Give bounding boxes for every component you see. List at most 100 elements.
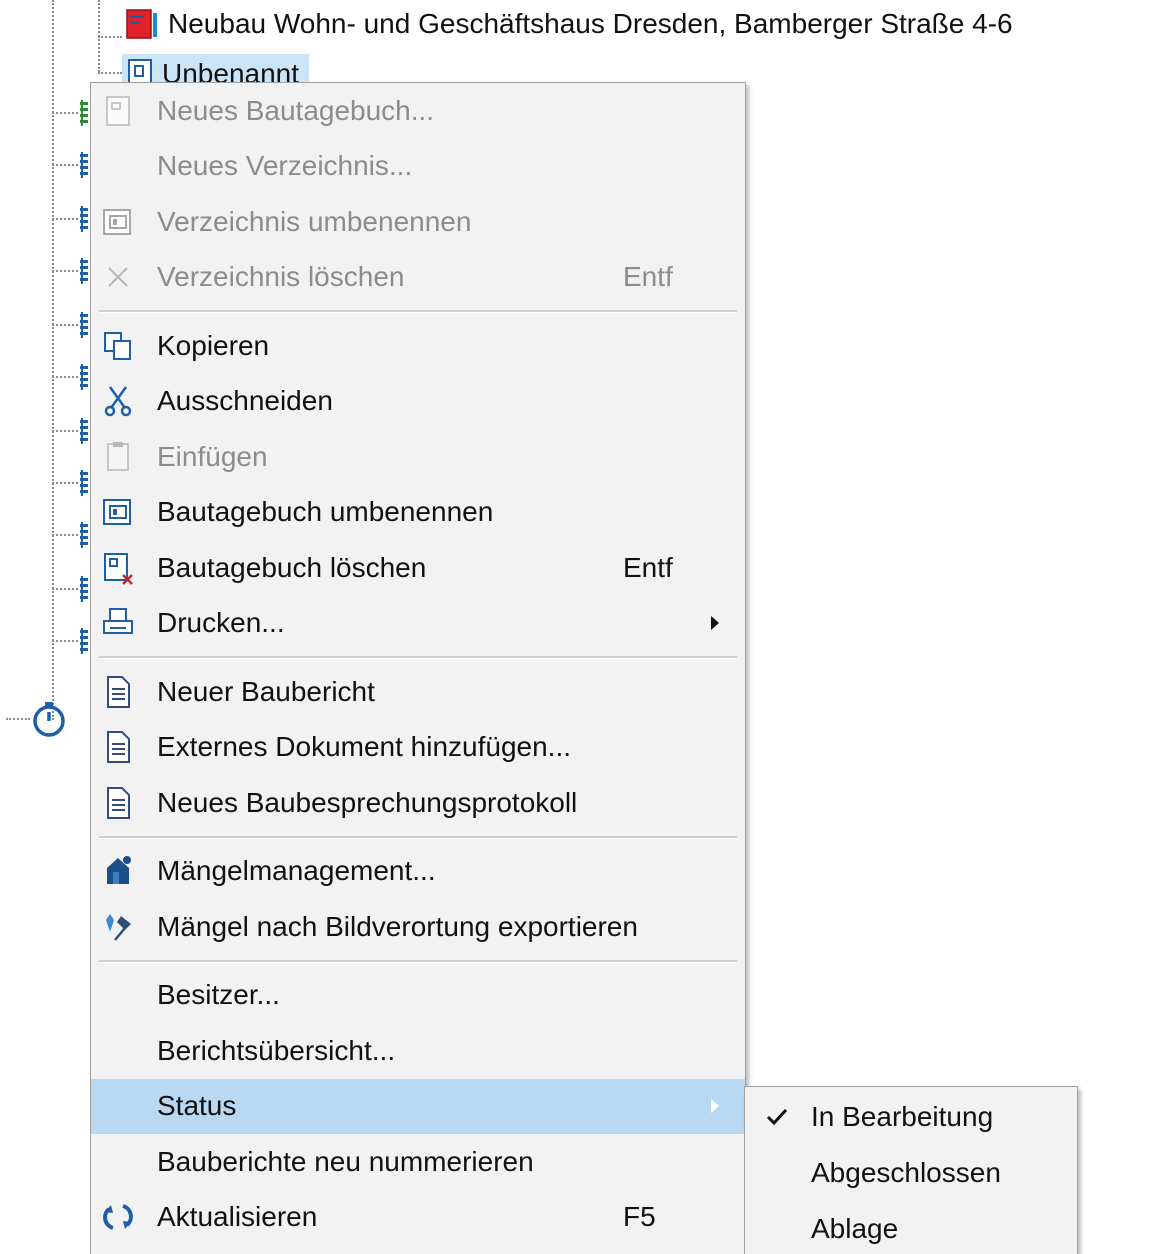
menu-item-drucken[interactable]: Drucken...: [91, 596, 745, 652]
document-icon: [101, 730, 135, 764]
menu-item-label: Neues Bautagebuch...: [157, 94, 435, 126]
diary-spine-icon[interactable]: [78, 522, 90, 548]
menu-item-neuer-baubericht[interactable]: Neuer Baubericht: [91, 664, 745, 720]
menu-item-label: Externes Dokument hinzufügen...: [157, 731, 572, 763]
project-diary-icon: [126, 9, 157, 39]
diary-spine-icon[interactable]: [78, 628, 90, 654]
context-menu: Neues Bautagebuch... Neues Verzeichnis...…: [90, 82, 746, 1254]
diary-spine-icon[interactable]: [78, 152, 90, 178]
diary-spine-icon[interactable]: [78, 470, 90, 496]
paste-icon: [101, 440, 135, 474]
menu-item-besitzer[interactable]: Besitzer...: [91, 968, 745, 1024]
delete-diary-icon: [101, 551, 135, 585]
menu-item-berichtsuebersicht[interactable]: Berichtsübersicht...: [91, 1023, 745, 1079]
menu-item-bauberichte-neu-nummerieren[interactable]: Bauberichte neu nummerieren: [91, 1134, 745, 1190]
status-option-abgeschlossen[interactable]: Abgeschlossen: [745, 1145, 1077, 1201]
submenu-arrow-icon: [711, 1099, 719, 1114]
green-diary-icon[interactable]: [78, 100, 90, 126]
context-menu-items: Neues Bautagebuch... Neues Verzeichnis...…: [91, 83, 745, 1245]
menu-separator: [91, 651, 745, 664]
menu-item-label: Neuer Baubericht: [157, 675, 375, 707]
rename-folder-icon: [101, 205, 135, 239]
pin-export-icon: [101, 910, 135, 944]
rename-diary-icon: [101, 495, 135, 529]
new-diary-icon: [101, 94, 135, 128]
menu-separator: [91, 831, 745, 844]
tree-connector: [52, 534, 78, 536]
tree-connector: [52, 164, 78, 166]
menu-item-verzeichnis-umbenennen[interactable]: Verzeichnis umbenennen: [91, 194, 745, 250]
menu-item-neues-bautagebuch[interactable]: Neues Bautagebuch...: [91, 83, 745, 139]
menu-item-bautagebuch-umbenennen[interactable]: Bautagebuch umbenennen: [91, 485, 745, 541]
stopwatch-icon[interactable]: [30, 700, 68, 738]
diary-spine-icon[interactable]: [78, 206, 90, 232]
menu-item-maengelmanagement[interactable]: Mängelmanagement...: [91, 844, 745, 900]
status-option-in-bearbeitung[interactable]: In Bearbeitung: [745, 1089, 1077, 1145]
menu-item-label: Verzeichnis löschen: [157, 261, 405, 293]
menu-item-shortcut: F5: [623, 1201, 656, 1233]
defect-management-icon: [101, 854, 135, 888]
tree-connector: [52, 588, 78, 590]
menu-item-label: Einfügen: [157, 440, 268, 472]
menu-item-ausschneiden[interactable]: Ausschneiden: [91, 374, 745, 430]
menu-item-maengel-nach-bildverortung-exportieren[interactable]: Mängel nach Bildverortung exportieren: [91, 899, 745, 955]
menu-item-label: Bautagebuch löschen: [157, 551, 427, 583]
menu-item-label: Neues Baubesprechungsprotokoll: [157, 786, 578, 818]
status-option-label: In Bearbeitung: [811, 1101, 994, 1132]
menu-item-verzeichnis-loeschen[interactable]: Verzeichnis löschen Entf: [91, 250, 745, 306]
status-submenu: In Bearbeitung Abgeschlossen Ablage: [744, 1086, 1078, 1254]
status-option-ablage[interactable]: Ablage: [745, 1201, 1077, 1254]
tree-connector: [98, 36, 122, 38]
menu-item-einfuegen[interactable]: Einfügen: [91, 429, 745, 485]
status-option-label: Ablage: [811, 1213, 899, 1244]
menu-item-status[interactable]: Status: [91, 1078, 745, 1134]
tree-connector: [52, 218, 78, 220]
menu-item-kopieren[interactable]: Kopieren: [91, 318, 745, 374]
menu-item-label: Verzeichnis umbenennen: [157, 205, 472, 237]
document-icon: [101, 675, 135, 709]
menu-item-label: Bauberichte neu nummerieren: [157, 1145, 534, 1177]
menu-item-shortcut: Entf: [623, 551, 673, 583]
checkmark-icon: [766, 1108, 788, 1126]
tree-connector: [52, 376, 78, 378]
menu-item-neues-baubesprechungsprotokoll[interactable]: Neues Baubesprechungsprotokoll: [91, 775, 745, 831]
menu-item-label: Mängel nach Bildverortung exportieren: [157, 910, 638, 942]
diary-spine-icon[interactable]: [78, 258, 90, 284]
status-option-label: Abgeschlossen: [811, 1157, 1001, 1188]
screen: Neubau Wohn- und Geschäftshaus Dresden, …: [0, 0, 1150, 1254]
diary-spine-icon[interactable]: [78, 312, 90, 338]
tree-connector: [52, 482, 78, 484]
refresh-icon: [101, 1200, 135, 1234]
menu-item-label: Ausschneiden: [157, 385, 333, 417]
submenu-arrow-icon: [711, 616, 719, 631]
tree-connector: [52, 324, 78, 326]
menu-item-shortcut: Entf: [623, 261, 673, 293]
menu-item-externes-dokument-hinzufuegen[interactable]: Externes Dokument hinzufügen...: [91, 720, 745, 776]
scissors-icon: [101, 384, 135, 418]
tree-connector: [98, 72, 122, 74]
tree-connector: [52, 112, 78, 114]
tree-connector: [52, 270, 78, 272]
menu-item-bautagebuch-loeschen[interactable]: Bautagebuch löschen Entf: [91, 540, 745, 596]
menu-item-label: Aktualisieren: [157, 1201, 318, 1233]
menu-item-label: Mängelmanagement...: [157, 855, 436, 887]
copy-icon: [101, 329, 135, 363]
menu-item-label: Bautagebuch umbenennen: [157, 496, 494, 528]
diary-spine-icon[interactable]: [78, 576, 90, 602]
menu-item-aktualisieren[interactable]: Aktualisieren F5: [91, 1190, 745, 1246]
menu-item-label: Drucken...: [157, 607, 285, 639]
menu-separator: [91, 305, 745, 318]
delete-x-icon: [101, 260, 135, 294]
diary-spine-icon[interactable]: [78, 418, 90, 444]
diary-spine-icon[interactable]: [78, 364, 90, 390]
menu-item-label: Berichtsübersicht...: [157, 1034, 396, 1066]
menu-item-label: Neues Verzeichnis...: [157, 150, 413, 182]
status-submenu-items: In Bearbeitung Abgeschlossen Ablage: [745, 1089, 1077, 1254]
menu-separator: [91, 955, 745, 968]
tree-connector: [52, 0, 54, 720]
menu-item-neues-verzeichnis[interactable]: Neues Verzeichnis...: [91, 139, 745, 195]
tree-item-project[interactable]: Neubau Wohn- und Geschäftshaus Dresden, …: [124, 4, 1013, 44]
tree-connector: [6, 718, 30, 720]
menu-item-label: Besitzer...: [157, 979, 280, 1011]
menu-item-label: Status: [157, 1090, 237, 1122]
